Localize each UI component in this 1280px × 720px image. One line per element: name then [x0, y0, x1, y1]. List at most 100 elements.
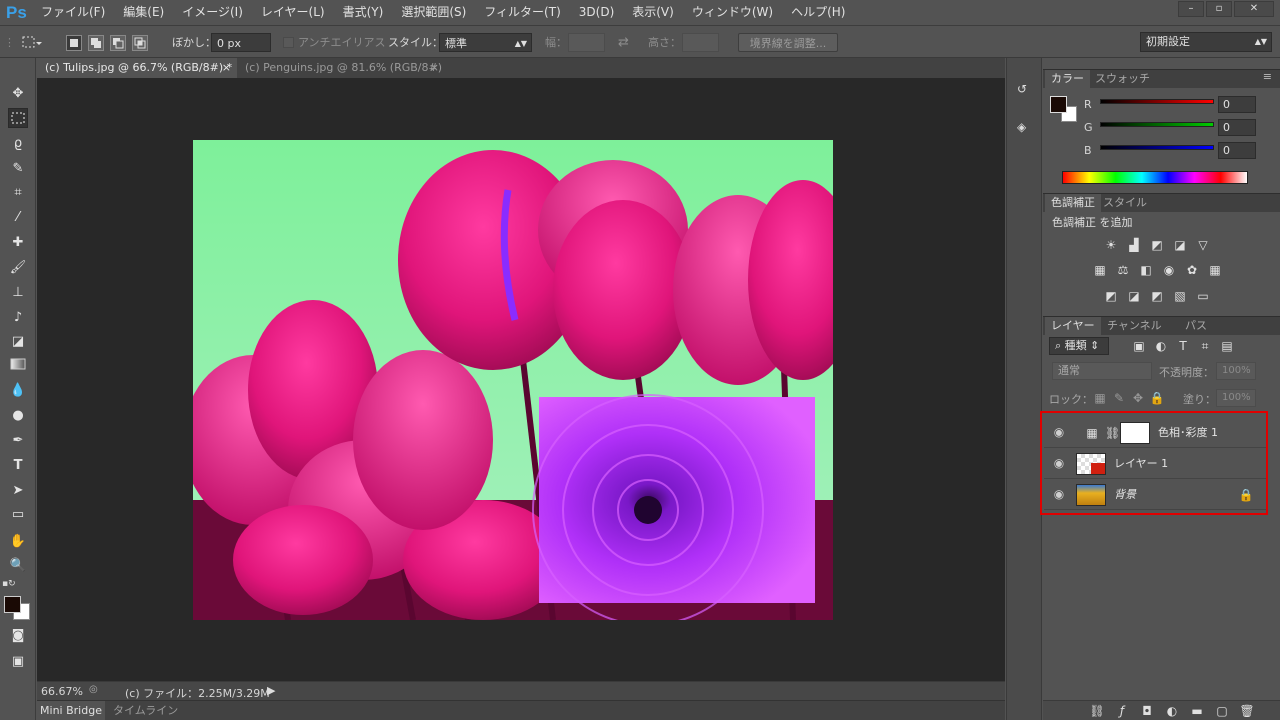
move-tool-icon[interactable]: ✥: [8, 84, 28, 104]
lasso-tool-icon[interactable]: ϱ: [8, 134, 28, 154]
r-value[interactable]: 0: [1218, 96, 1256, 113]
b-slider[interactable]: [1100, 145, 1214, 150]
intersect-selection-icon[interactable]: [132, 35, 148, 51]
filter-shape-icon[interactable]: ⌗: [1197, 339, 1213, 353]
black-white-icon[interactable]: ◧: [1138, 263, 1154, 277]
layer-filter-select[interactable]: ⌕ 種類 ⇕: [1049, 337, 1109, 355]
menu-item-layer[interactable]: レイヤー(L): [252, 0, 334, 25]
lock-transparent-icon[interactable]: ▦: [1092, 391, 1108, 405]
menu-item-3d[interactable]: 3D(D): [570, 0, 623, 25]
tab-color[interactable]: カラー: [1045, 70, 1090, 88]
dodge-tool-icon[interactable]: ●: [8, 406, 28, 426]
menu-item-image[interactable]: イメージ(I): [173, 0, 252, 25]
eyedropper-tool-icon[interactable]: ⁄: [8, 208, 28, 228]
brush-tool-icon[interactable]: 🖌: [8, 258, 28, 278]
link-layers-icon[interactable]: ⛓: [1089, 704, 1105, 718]
tab-adjustments[interactable]: 色調補正: [1045, 194, 1101, 212]
tab-layers[interactable]: レイヤー: [1045, 317, 1101, 335]
filter-smart-icon[interactable]: ▤: [1219, 339, 1235, 353]
quick-mask-icon[interactable]: ◙: [8, 626, 28, 646]
color-spectrum[interactable]: [1062, 171, 1248, 184]
r-slider[interactable]: [1100, 99, 1214, 104]
new-adjustment-icon[interactable]: ◐: [1164, 704, 1180, 718]
opacity-input[interactable]: 100%: [1216, 362, 1256, 380]
pen-tool-icon[interactable]: ✒: [8, 431, 28, 451]
foreground-color-swatch[interactable]: [4, 596, 21, 613]
selective-color-icon[interactable]: ▧: [1172, 289, 1188, 303]
healing-brush-tool-icon[interactable]: ✚: [8, 233, 28, 253]
brightness-contrast-icon[interactable]: ☀: [1103, 238, 1119, 252]
color-fg-swatch[interactable]: [1050, 96, 1067, 113]
vibrance-icon[interactable]: ▽: [1195, 238, 1211, 252]
color-lookup-icon[interactable]: ▦: [1207, 263, 1223, 277]
workspace-select[interactable]: 初期設定 ▲▼: [1140, 32, 1272, 52]
menu-item-select[interactable]: 選択範囲(S): [392, 0, 475, 25]
menu-item-help[interactable]: ヘルプ(H): [782, 0, 854, 25]
menu-item-type[interactable]: 書式(Y): [334, 0, 393, 25]
tab-penguins[interactable]: (c) Penguins.jpg @ 81.6% (RGB/8#) ×: [237, 58, 445, 78]
properties-icon[interactable]: ◈: [1017, 120, 1033, 138]
eraser-tool-icon[interactable]: ◪: [8, 332, 28, 352]
tab-close-icon[interactable]: ×: [222, 58, 231, 78]
invert-icon[interactable]: ◩: [1103, 289, 1119, 303]
hue-saturation-icon[interactable]: ▦: [1092, 263, 1108, 277]
history-icon[interactable]: ↺: [1017, 82, 1033, 100]
tab-swatches[interactable]: スウォッチ: [1089, 70, 1156, 88]
panel-menu-icon[interactable]: ≡: [1263, 70, 1272, 83]
gradient-map-icon[interactable]: ▭: [1195, 289, 1211, 303]
width-input[interactable]: [568, 33, 605, 52]
tab-paths[interactable]: パス: [1179, 317, 1213, 335]
lock-image-icon[interactable]: ✎: [1111, 391, 1127, 405]
exposure-icon[interactable]: ◪: [1172, 238, 1188, 252]
menu-item-window[interactable]: ウィンドウ(W): [683, 0, 782, 25]
add-mask-icon[interactable]: ◘: [1139, 704, 1155, 718]
tab-close-icon[interactable]: ×: [430, 58, 439, 78]
screen-mode-icon[interactable]: ▣: [8, 652, 28, 672]
g-slider[interactable]: [1100, 122, 1214, 127]
menu-item-edit[interactable]: 編集(E): [114, 0, 173, 25]
channel-mixer-icon[interactable]: ✿: [1184, 263, 1200, 277]
swap-icon[interactable]: ⇄: [618, 33, 629, 52]
height-input[interactable]: [682, 33, 719, 52]
document-canvas[interactable]: [193, 140, 833, 620]
new-selection-icon[interactable]: [66, 35, 82, 51]
menu-item-filter[interactable]: フィルター(T): [475, 0, 569, 25]
hand-tool-icon[interactable]: ✋: [8, 532, 28, 552]
path-select-tool-icon[interactable]: ➤: [8, 481, 28, 501]
blend-mode-select[interactable]: 通常: [1052, 362, 1152, 380]
menu-item-view[interactable]: 表示(V): [623, 0, 683, 25]
threshold-icon[interactable]: ◩: [1149, 289, 1165, 303]
restore-button[interactable]: ▫: [1206, 1, 1232, 17]
fx-icon[interactable]: ƒ: [1114, 704, 1130, 718]
filter-adjustment-icon[interactable]: ◐: [1153, 339, 1169, 353]
color-balance-icon[interactable]: ⚖: [1115, 263, 1131, 277]
rect-marquee-tool-icon[interactable]: [8, 108, 28, 128]
tab-tulips[interactable]: (c) Tulips.jpg @ 66.7% (RGB/8#) * ×: [37, 58, 237, 78]
gradient-tool-icon[interactable]: [8, 356, 28, 376]
style-select[interactable]: 標準 ▲▼: [439, 33, 532, 52]
photo-filter-icon[interactable]: ◉: [1161, 263, 1177, 277]
b-value[interactable]: 0: [1218, 142, 1256, 159]
add-to-selection-icon[interactable]: [88, 35, 104, 51]
rect-marquee-preset-icon[interactable]: [20, 33, 42, 52]
status-arrow-icon[interactable]: ▶: [267, 684, 275, 697]
antialias-checkbox[interactable]: [283, 37, 294, 48]
zoom-tool-icon[interactable]: 🔍: [8, 556, 28, 576]
close-window-button[interactable]: ✕: [1234, 1, 1274, 17]
default-colors-icon[interactable]: ▪↻: [2, 579, 16, 589]
blur-tool-icon[interactable]: 💧: [8, 381, 28, 401]
tab-channels[interactable]: チャンネル: [1101, 317, 1168, 335]
zoom-level[interactable]: 66.67%: [41, 685, 83, 698]
refine-edge-button[interactable]: 境界線を調整...: [738, 33, 838, 52]
status-info-icon[interactable]: ◎: [89, 684, 98, 695]
crop-tool-icon[interactable]: ⌗: [8, 183, 28, 203]
levels-icon[interactable]: ▟: [1126, 238, 1142, 252]
type-tool-icon[interactable]: T: [8, 456, 28, 476]
tab-mini-bridge[interactable]: Mini Bridge: [37, 701, 105, 720]
tab-timeline[interactable]: タイムライン: [113, 701, 178, 720]
lock-position-icon[interactable]: ✥: [1130, 391, 1146, 405]
filter-pixel-icon[interactable]: ▣: [1131, 339, 1147, 353]
trash-icon[interactable]: 🗑: [1239, 704, 1255, 718]
fill-input[interactable]: 100%: [1216, 389, 1256, 407]
curves-icon[interactable]: ◩: [1149, 238, 1165, 252]
